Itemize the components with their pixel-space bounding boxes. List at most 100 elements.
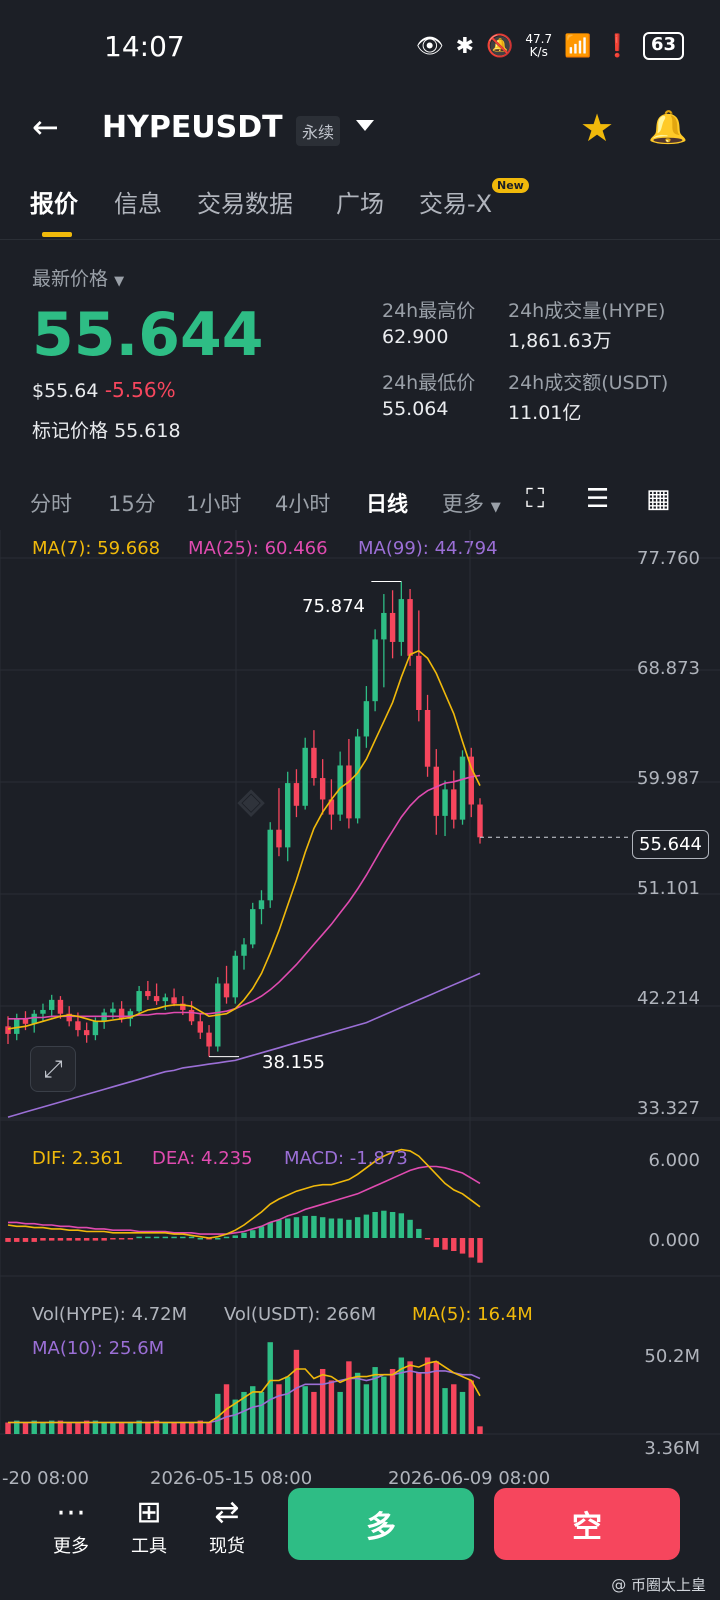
macd-bar xyxy=(92,1238,99,1241)
latest-price-label[interactable]: 最新价格 ▼ xyxy=(32,264,124,291)
symbol-title[interactable]: HYPEUSDT xyxy=(102,110,283,145)
volume-bar xyxy=(468,1380,474,1434)
macd-bar xyxy=(197,1238,204,1240)
macd-bar xyxy=(241,1232,247,1238)
candle-body xyxy=(276,829,282,848)
volume-bar xyxy=(293,1349,300,1434)
interval-1h[interactable]: 1小时 xyxy=(186,488,241,518)
x-axis-label: -20 08:00 xyxy=(2,1468,89,1489)
macd-bar xyxy=(40,1238,46,1241)
x-axis-label: 2026-05-15 08:00 xyxy=(150,1468,313,1489)
candle-body xyxy=(92,1021,99,1036)
macd-bar xyxy=(477,1238,483,1263)
volume-bar xyxy=(389,1368,396,1434)
macd-bar xyxy=(302,1215,308,1238)
candle-body xyxy=(354,736,361,819)
macd-bar xyxy=(381,1210,387,1238)
interval-more[interactable]: 更多 ▼ xyxy=(442,488,501,518)
price-tick: 33.327 xyxy=(637,1098,700,1119)
volume-bar xyxy=(328,1380,335,1434)
candle-body xyxy=(136,991,142,1012)
caret-down-icon: ▼ xyxy=(114,274,125,289)
macd-bar xyxy=(136,1236,142,1239)
candle-body xyxy=(407,599,413,656)
x-axis-label: 2026-06-09 08:00 xyxy=(388,1468,551,1489)
status-bar: 14:07 👁 ✱ 🔕 47.7 K/s 📶 ❗ 63 xyxy=(0,0,720,96)
candle-body xyxy=(57,999,64,1014)
vol-ma5-legend: MA(5): 16.4M xyxy=(412,1304,533,1325)
bell-icon[interactable]: 🔔 xyxy=(648,108,688,146)
ma99-line xyxy=(7,972,481,1118)
symbol-dropdown-icon[interactable] xyxy=(356,120,374,131)
candle-body xyxy=(118,1008,125,1019)
candle-body xyxy=(416,655,422,710)
short-button[interactable]: 空 xyxy=(494,1488,680,1560)
macd-bar xyxy=(284,1218,291,1238)
interval-bar: 分时 15分 1小时 4小时 日线 更多 ▼ ⛶ ☰ ▦ xyxy=(0,480,720,530)
tab-quote[interactable]: 报价 xyxy=(30,184,78,219)
more-button[interactable]: ⋯ 更多 xyxy=(36,1494,106,1558)
tab-trading-data[interactable]: 交易数据 xyxy=(197,184,293,219)
high-marker-label: 75.874 xyxy=(302,596,365,617)
interval-time[interactable]: 分时 xyxy=(30,488,72,518)
price-usd-row: $55.64 -5.56% xyxy=(32,378,176,402)
ma7-line xyxy=(7,649,481,1030)
macd-bar xyxy=(66,1238,72,1241)
mark-price: 55.618 xyxy=(114,420,181,442)
price-tick: 51.101 xyxy=(637,878,700,899)
volume-bar xyxy=(206,1422,212,1434)
macd-bar xyxy=(48,1238,55,1241)
favorite-star-icon[interactable]: ★ xyxy=(580,106,614,150)
last-price: 55.644 xyxy=(32,300,264,370)
macd-bar xyxy=(101,1238,107,1241)
interval-15m[interactable]: 15分 xyxy=(108,488,156,518)
low-marker-label: 38.155 xyxy=(262,1052,325,1073)
mark-price-row: 标记价格 55.618 xyxy=(32,420,181,442)
candle-body xyxy=(363,701,370,737)
vol-hype-legend: Vol(HYPE): 4.72M xyxy=(32,1304,188,1325)
tab-square[interactable]: 广场 xyxy=(336,184,384,219)
macd-bar xyxy=(215,1238,221,1240)
volume-bar xyxy=(145,1422,151,1434)
volume-bar xyxy=(118,1422,125,1434)
dea-legend: DEA: 4.235 xyxy=(152,1148,253,1169)
alert-icon: ❗ xyxy=(603,33,631,59)
volume-bar xyxy=(424,1357,431,1434)
tab-trade-x[interactable]: 交易-X xyxy=(419,184,492,219)
macd-bar xyxy=(145,1236,151,1239)
macd-bar xyxy=(57,1238,64,1241)
binance-watermark-icon: ◈ xyxy=(237,782,265,820)
price-tick: 77.760 xyxy=(637,548,700,569)
volume-bar xyxy=(215,1393,221,1434)
long-button[interactable]: 多 xyxy=(288,1488,474,1560)
spot-button[interactable]: ⇄ 现货 xyxy=(192,1494,262,1558)
volume-bar xyxy=(477,1426,483,1434)
top-tabs: 报价 信息 交易数据 广场 交易-X New xyxy=(0,178,720,240)
macd-bar xyxy=(276,1219,282,1238)
candle-body xyxy=(267,829,273,901)
volume-tick: 3.36M xyxy=(644,1438,700,1459)
price-change: -5.56% xyxy=(104,378,176,402)
back-arrow-icon[interactable]: ← xyxy=(32,108,59,146)
indicator-settings-icon[interactable]: ☰ xyxy=(586,484,609,514)
candle-body xyxy=(442,789,448,816)
interval-4h[interactable]: 4小时 xyxy=(275,488,330,518)
volume-bar xyxy=(180,1422,186,1434)
macd-bar xyxy=(232,1235,238,1238)
fullscreen-toggle-icon[interactable]: ⤢ xyxy=(30,1046,76,1092)
candle-body xyxy=(389,612,396,642)
grid-layout-icon[interactable]: ▦ xyxy=(646,484,671,514)
tab-info[interactable]: 信息 xyxy=(114,184,162,219)
candle-body xyxy=(153,996,160,1002)
interval-daily[interactable]: 日线 xyxy=(366,488,408,518)
macd-bar xyxy=(171,1236,177,1239)
macd-bar xyxy=(433,1238,440,1248)
volume-bar xyxy=(171,1422,177,1434)
macd-bar xyxy=(75,1238,81,1241)
volume-bar xyxy=(346,1361,352,1434)
macd-bar xyxy=(451,1238,457,1251)
new-badge: New xyxy=(492,178,529,193)
tools-button[interactable]: ⊞ 工具 xyxy=(114,1494,184,1558)
chart-expand-icon[interactable]: ⛶ xyxy=(526,484,544,515)
low-label: 24h最低价 xyxy=(382,372,476,394)
